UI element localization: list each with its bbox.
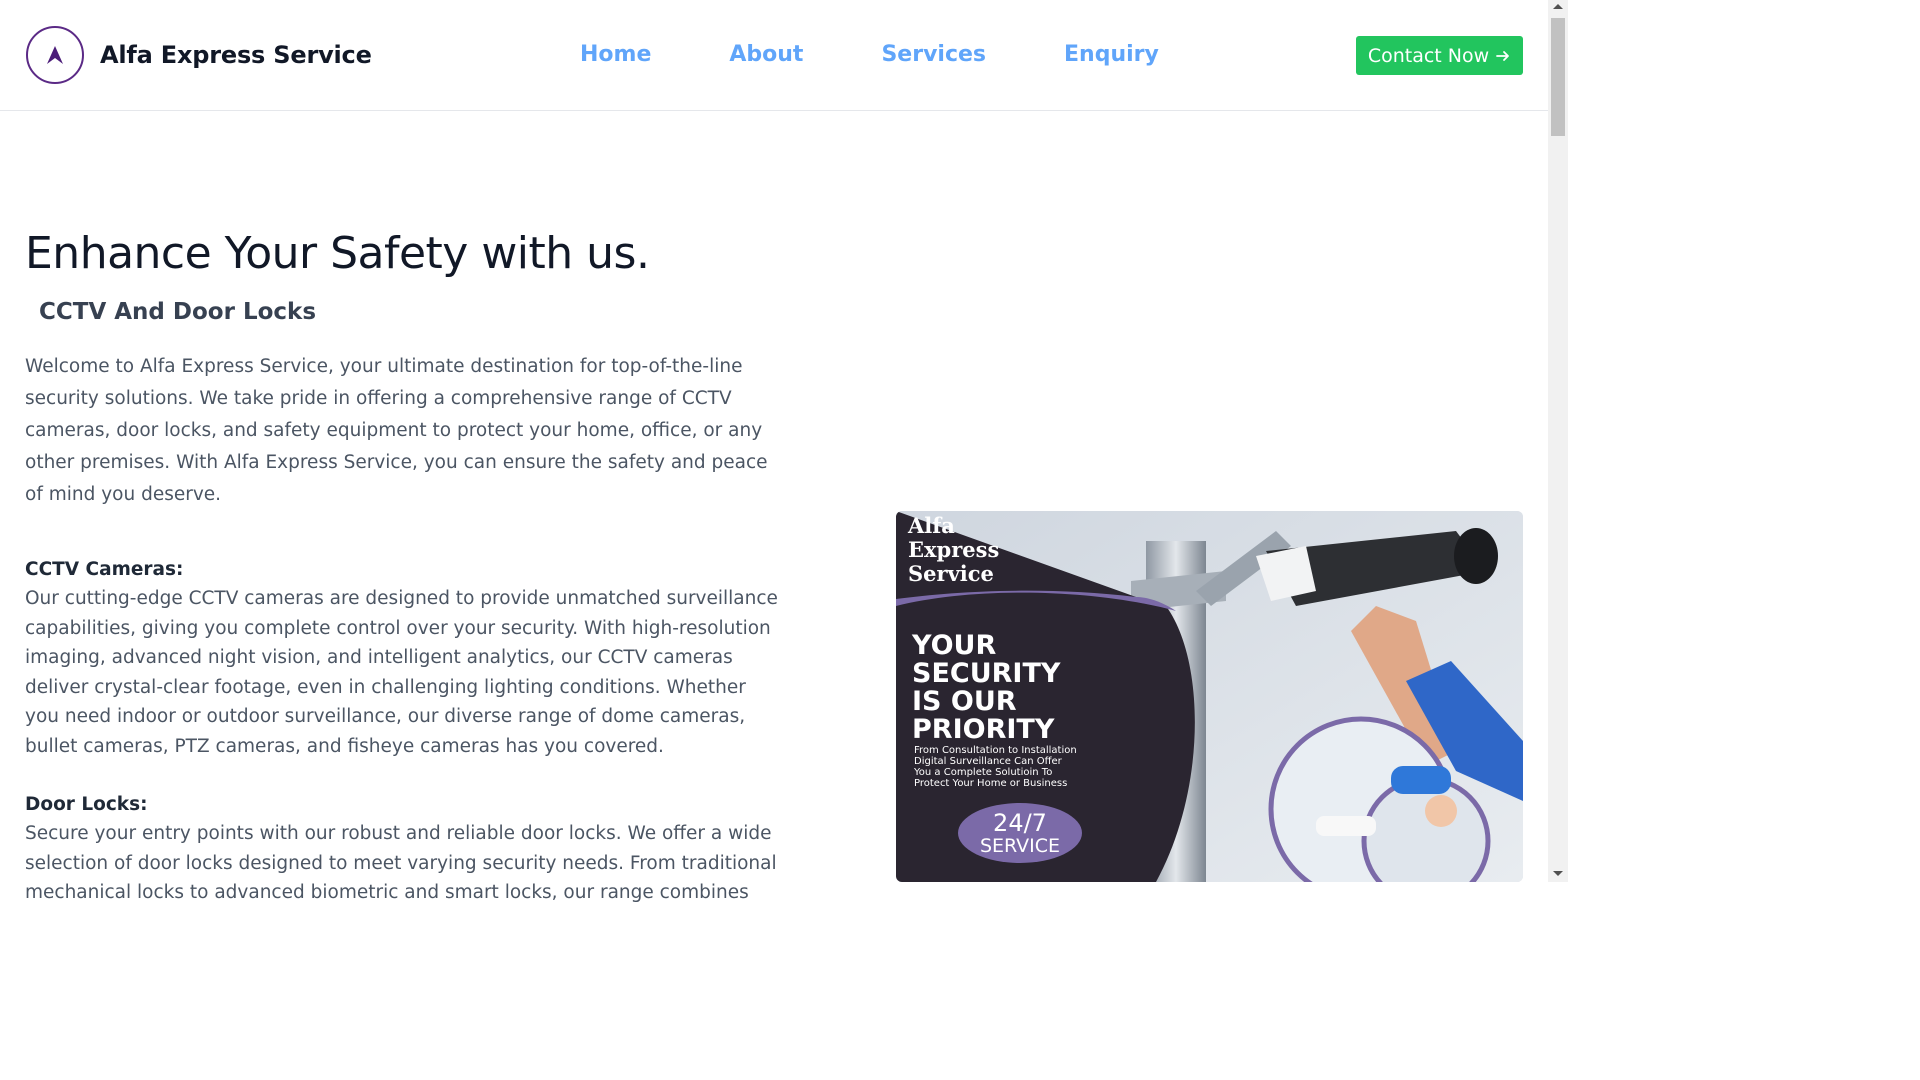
nav-about[interactable]: About <box>729 42 803 67</box>
promo-graphic: Alfa Express Service YOUR SECURITY IS OU… <box>896 511 1523 882</box>
main-content: Enhance Your Safety with us. CCTV And Do… <box>25 228 785 908</box>
arrow-right-icon <box>1496 50 1510 61</box>
scroll-thumb[interactable] <box>1551 18 1565 136</box>
promo-brand-line-3: Service <box>908 561 994 586</box>
promo-image: Alfa Express Service YOUR SECURITY IS OU… <box>896 511 1523 882</box>
page-scrollbar[interactable] <box>1548 0 1568 882</box>
door-locks-section-body: Secure your entry points with our robust… <box>25 823 777 903</box>
door-locks-section: Door Locks: Secure your entry points wit… <box>25 790 785 908</box>
promo-brand-line-1: Alfa <box>907 513 955 538</box>
hero-subtitle: CCTV And Door Locks <box>39 299 317 325</box>
nav-home[interactable]: Home <box>580 42 651 67</box>
promo-tagline-line-3: You a Complete Solutioin To <box>913 767 1052 778</box>
promo-tagline-line-4: Protect Your Home or Business <box>914 778 1067 789</box>
logo[interactable]: Alfa Express Service <box>26 26 372 84</box>
intro-paragraph: Welcome to Alfa Express Service, your ul… <box>25 356 768 505</box>
promo-badge-bottom: SERVICE <box>980 835 1060 857</box>
main-nav: Home About Services Enquiry <box>580 42 1159 67</box>
promo-badge-top: 24/7 <box>993 809 1047 837</box>
promo-headline-line-1: YOUR <box>911 630 996 661</box>
hero-title: Enhance Your Safety with us. <box>25 228 650 279</box>
contact-now-label: Contact Now <box>1367 44 1490 67</box>
nav-enquiry[interactable]: Enquiry <box>1064 42 1159 67</box>
cctv-section-title: CCTV Cameras: <box>25 559 184 580</box>
scroll-up-icon[interactable] <box>1553 4 1563 9</box>
promo-headline-line-2: SECURITY <box>912 658 1061 689</box>
promo-headline-line-4: PRIORITY <box>912 714 1055 745</box>
contact-now-button[interactable]: Contact Now <box>1356 36 1523 75</box>
promo-tagline-line-2: Digital Surveillance Can Offer <box>914 756 1063 767</box>
nav-services[interactable]: Services <box>881 42 986 67</box>
promo-brand-line-2: Express <box>908 537 999 562</box>
door-locks-section-title: Door Locks: <box>25 794 148 815</box>
cctv-section-body: Our cutting-edge CCTV cameras are design… <box>25 588 778 757</box>
arrow-up-logo-icon <box>26 26 84 84</box>
scroll-down-icon[interactable] <box>1553 871 1563 876</box>
site-header: Alfa Express Service Home About Services… <box>0 0 1548 111</box>
promo-headline-line-3: IS OUR <box>912 686 1017 717</box>
promo-tagline-line-1: From Consultation to Installation <box>914 745 1077 756</box>
brand-name: Alfa Express Service <box>100 41 372 69</box>
cctv-section: CCTV Cameras: Our cutting-edge CCTV came… <box>25 555 785 761</box>
